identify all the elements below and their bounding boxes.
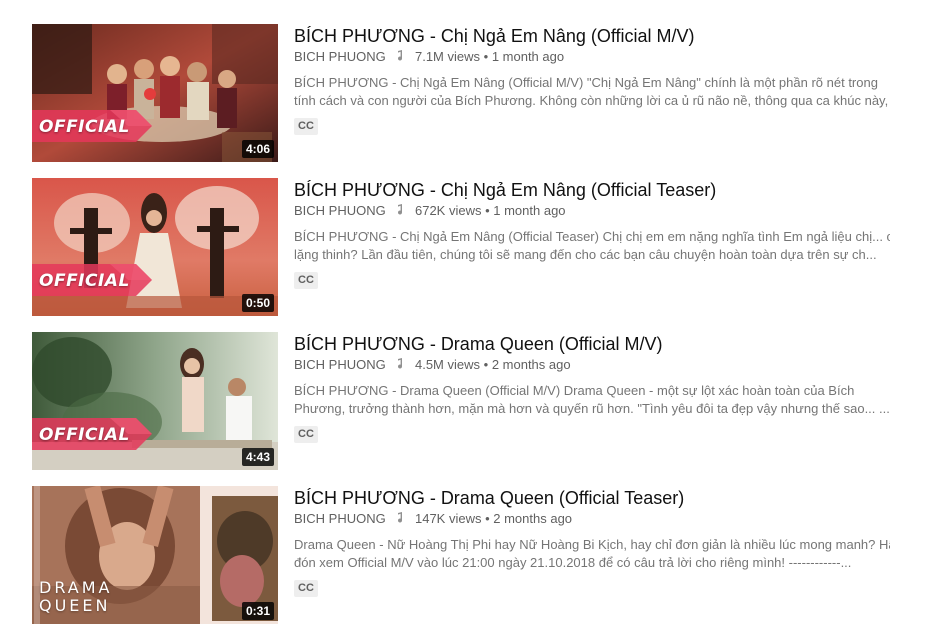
search-results-list: OFFICIAL 4:06 BÍCH PHƯƠNG - Chị Ngả Em N… bbox=[0, 0, 925, 634]
video-title-link[interactable]: BÍCH PHƯƠNG - Drama Queen (Official Teas… bbox=[294, 486, 684, 510]
video-result[interactable]: DRAMA QUEEN 0:31 BÍCH PHƯƠNG - Drama Que… bbox=[32, 486, 902, 624]
description-line: Drama Queen - Nữ Hoàng Thị Phi hay Nữ Ho… bbox=[294, 537, 890, 552]
view-count: 147K views bbox=[414, 511, 482, 526]
duration-badge: 4:06 bbox=[241, 140, 274, 158]
cc-badge: CC bbox=[294, 118, 318, 135]
video-thumbnail[interactable]: OFFICIAL 4:06 bbox=[32, 24, 278, 162]
description-line: BÍCH PHƯƠNG - Chị Ngả Em Nâng (Official … bbox=[294, 75, 878, 90]
description-line: BÍCH PHƯƠNG - Drama Queen (Official M/V)… bbox=[294, 383, 855, 398]
caption-line: DRAMA bbox=[39, 578, 113, 597]
cc-badge: CC bbox=[294, 272, 318, 289]
music-note-icon bbox=[398, 512, 403, 523]
cc-badge: CC bbox=[294, 426, 318, 443]
official-label: OFFICIAL bbox=[39, 271, 130, 291]
description-line: đón xem Official M/V vào lúc 21:00 ngày … bbox=[294, 555, 852, 570]
video-description: BÍCH PHƯƠNG - Chị Ngả Em Nâng (Official … bbox=[294, 228, 890, 264]
video-title-link[interactable]: BÍCH PHƯƠNG - Chị Ngả Em Nâng (Official … bbox=[294, 24, 695, 48]
description-line: Phương, trưởng thành hơn, mặn mà hơn và … bbox=[294, 401, 890, 416]
video-result[interactable]: OFFICIAL 4:06 BÍCH PHƯƠNG - Chị Ngả Em N… bbox=[32, 24, 902, 162]
official-label: OFFICIAL bbox=[39, 425, 130, 445]
official-label: OFFICIAL bbox=[39, 117, 130, 137]
meta-separator: • bbox=[483, 357, 492, 372]
upload-age: 2 months ago bbox=[493, 511, 573, 526]
video-description: BÍCH PHƯƠNG - Drama Queen (Official M/V)… bbox=[294, 382, 890, 418]
upload-age: 1 month ago bbox=[493, 203, 566, 218]
video-meta: BICH PHUONG 672K views • 1 month ago bbox=[294, 203, 566, 219]
view-count: 7.1M views bbox=[414, 49, 481, 64]
duration-badge: 4:43 bbox=[241, 448, 274, 466]
meta-separator: • bbox=[483, 49, 492, 64]
video-meta: BICH PHUONG 147K views • 2 months ago bbox=[294, 511, 572, 527]
video-thumbnail[interactable]: OFFICIAL 0:50 bbox=[32, 178, 278, 316]
video-meta: BICH PHUONG 4.5M views • 2 months ago bbox=[294, 357, 571, 373]
music-note-icon bbox=[398, 50, 403, 61]
upload-age: 1 month ago bbox=[491, 49, 565, 64]
upload-age: 2 months ago bbox=[491, 357, 571, 372]
view-count: 672K views bbox=[414, 203, 482, 218]
video-title-link[interactable]: BÍCH PHƯƠNG - Chị Ngả Em Nâng (Official … bbox=[294, 178, 716, 202]
video-title-link[interactable]: BÍCH PHƯƠNG - Drama Queen (Official M/V) bbox=[294, 332, 663, 356]
video-result[interactable]: OFFICIAL 4:43 BÍCH PHƯƠNG - Drama Queen … bbox=[32, 332, 902, 470]
thumbnail-caption: DRAMA QUEEN bbox=[39, 579, 112, 615]
description-line: lặng thinh? Lần đầu tiên, chúng tôi sẽ m… bbox=[294, 247, 877, 262]
video-thumbnail[interactable]: OFFICIAL 4:43 bbox=[32, 332, 278, 470]
view-count: 4.5M views bbox=[414, 357, 481, 372]
video-thumbnail[interactable]: DRAMA QUEEN 0:31 bbox=[32, 486, 278, 624]
description-line: tính cách và con người của Bích Phương. … bbox=[294, 93, 889, 108]
music-note-icon bbox=[398, 358, 403, 369]
channel-name-link[interactable]: BICH PHUONG bbox=[294, 203, 386, 218]
duration-badge: 0:50 bbox=[241, 294, 274, 312]
channel-name-link[interactable]: BICH PHUONG bbox=[294, 511, 386, 526]
music-note-icon bbox=[398, 204, 403, 215]
cc-badge: CC bbox=[294, 580, 318, 597]
video-meta: BICH PHUONG 7.1M views • 1 month ago bbox=[294, 49, 564, 65]
channel-name-link[interactable]: BICH PHUONG bbox=[294, 49, 386, 64]
video-result[interactable]: OFFICIAL 0:50 BÍCH PHƯƠNG - Chị Ngả Em N… bbox=[32, 178, 902, 316]
video-description: Drama Queen - Nữ Hoàng Thị Phi hay Nữ Ho… bbox=[294, 536, 890, 572]
duration-badge: 0:31 bbox=[241, 602, 274, 620]
description-line: BÍCH PHƯƠNG - Chị Ngả Em Nâng (Official … bbox=[294, 229, 890, 244]
channel-name-link[interactable]: BICH PHUONG bbox=[294, 357, 386, 372]
video-description: BÍCH PHƯƠNG - Chị Ngả Em Nâng (Official … bbox=[294, 74, 890, 110]
caption-line: QUEEN bbox=[39, 596, 111, 615]
